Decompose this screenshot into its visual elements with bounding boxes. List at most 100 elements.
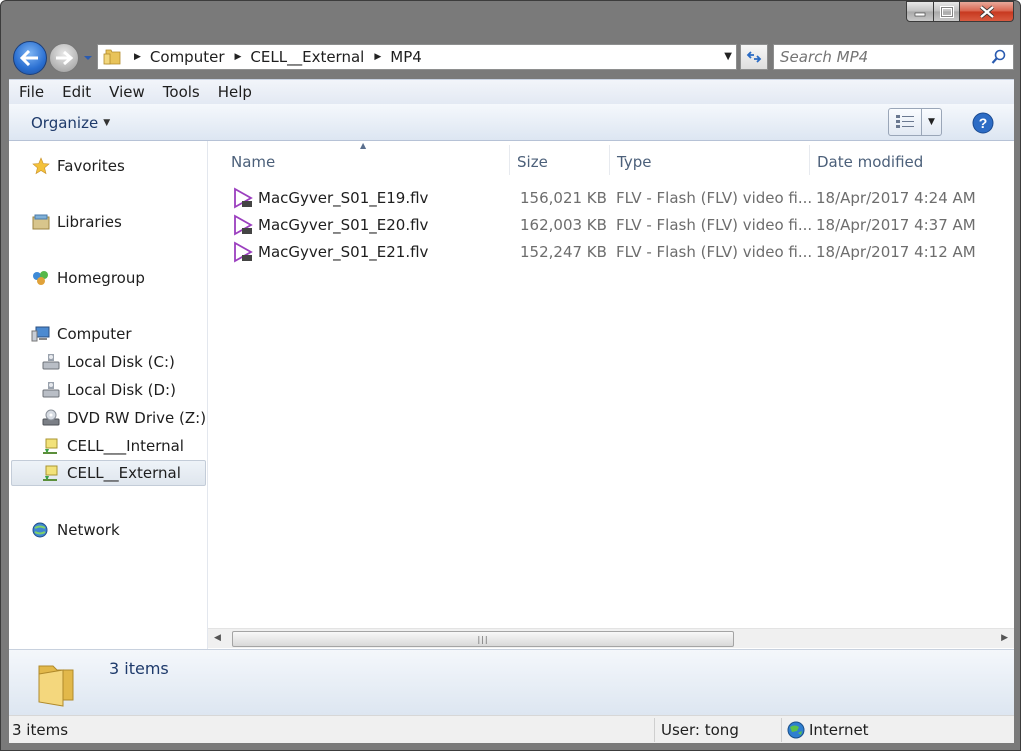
address-bar[interactable]: ▶ Computer ▶ CELL__External ▶ MP4 ▼ <box>97 44 737 70</box>
file-type: FLV - Flash (FLV) video fi... <box>616 189 813 207</box>
network-drive-icon <box>41 463 61 483</box>
nav-cell-external[interactable]: CELL__External <box>11 460 206 486</box>
menu-file[interactable]: File <box>9 83 52 101</box>
recent-pages-chevron-icon[interactable] <box>83 53 93 63</box>
column-header-name[interactable]: Name <box>231 149 509 175</box>
status-item-count: 3 items <box>12 721 69 739</box>
forward-button[interactable] <box>49 43 79 73</box>
nav-label: Favorites <box>57 157 125 175</box>
status-zone-label: Internet <box>809 721 869 739</box>
nav-label: CELL__External <box>67 464 181 482</box>
breadcrumb-separator-icon[interactable]: ▶ <box>134 52 141 62</box>
breadcrumb-cell-external[interactable]: CELL__External <box>250 48 364 66</box>
homegroup-icon <box>31 268 51 288</box>
search-input[interactable] <box>780 48 986 66</box>
maximize-button[interactable] <box>934 1 960 22</box>
menu-bar: File Edit View Tools Help <box>9 79 1014 104</box>
caption-buttons <box>906 1 1014 25</box>
file-name: MacGyver_S01_E19.flv <box>258 189 429 207</box>
close-icon <box>979 4 994 19</box>
file-type: FLV - Flash (FLV) video fi... <box>616 243 813 261</box>
back-button[interactable] <box>13 41 47 75</box>
status-user: User: tong <box>661 721 739 739</box>
nav-dvd-drive[interactable]: DVD RW Drive (Z:) <box>41 405 206 431</box>
breadcrumb-computer[interactable]: Computer <box>150 48 225 66</box>
hard-disk-icon <box>41 352 61 372</box>
status-zone: Internet <box>787 716 869 744</box>
nav-local-disk-d[interactable]: Local Disk (D:) <box>41 377 176 403</box>
breadcrumb-separator-icon[interactable]: ▶ <box>235 52 242 62</box>
column-divider[interactable] <box>809 145 810 175</box>
minimize-icon <box>914 12 926 16</box>
change-view-button[interactable] <box>888 108 922 136</box>
nav-label: Libraries <box>57 213 122 231</box>
file-row[interactable]: MacGyver_S01_E20.flv 162,003 KB FLV - Fl… <box>224 212 984 238</box>
details-pane: 3 items <box>9 649 1014 715</box>
menu-tools[interactable]: Tools <box>153 83 208 101</box>
scroll-right-icon[interactable]: ▶ <box>1001 633 1008 643</box>
column-header-type[interactable]: Type <box>617 149 809 175</box>
scroll-left-icon[interactable]: ◀ <box>214 633 221 643</box>
maximize-icon <box>939 5 954 18</box>
horizontal-scrollbar[interactable]: ◀ ||| ▶ <box>208 628 1014 648</box>
nav-label: Homegroup <box>57 269 145 287</box>
close-button[interactable] <box>960 1 1014 22</box>
minimize-button[interactable] <box>906 1 934 22</box>
nav-local-disk-c[interactable]: Local Disk (C:) <box>41 349 175 375</box>
breadcrumb-separator-icon[interactable]: ▶ <box>374 52 381 62</box>
file-size: 162,003 KB <box>520 216 607 234</box>
status-bar: 3 items User: tong Internet <box>9 715 1014 743</box>
breadcrumb-mp4[interactable]: MP4 <box>390 48 422 66</box>
search-box[interactable] <box>773 44 1014 70</box>
status-divider <box>654 718 655 742</box>
nav-libraries[interactable]: Libraries <box>31 209 122 235</box>
scrollbar-thumb[interactable]: ||| <box>232 631 734 647</box>
view-options-dropdown-icon[interactable]: ▼ <box>922 108 942 136</box>
nav-cell-internal[interactable]: CELL___Internal <box>41 433 184 459</box>
file-name: MacGyver_S01_E21.flv <box>258 243 429 261</box>
explorer-window: ▶ Computer ▶ CELL__External ▶ MP4 ▼ File… <box>0 0 1021 751</box>
menu-help[interactable]: Help <box>208 83 260 101</box>
nav-label: CELL___Internal <box>67 437 184 455</box>
nav-network[interactable]: Network <box>31 517 120 543</box>
navigation-row: ▶ Computer ▶ CELL__External ▶ MP4 ▼ <box>9 39 1014 77</box>
search-icon[interactable] <box>991 49 1007 65</box>
libraries-icon <box>31 212 51 232</box>
help-icon[interactable]: ? <box>972 112 994 134</box>
column-divider[interactable] <box>609 145 610 175</box>
column-header-size[interactable]: Size <box>517 149 609 175</box>
nav-computer[interactable]: Computer <box>31 321 132 347</box>
file-name: MacGyver_S01_E20.flv <box>258 216 429 234</box>
flv-video-file-icon <box>234 214 253 236</box>
svg-text:?: ? <box>979 115 988 131</box>
back-arrow-icon <box>20 50 38 66</box>
file-size: 156,021 KB <box>520 189 607 207</box>
column-divider[interactable] <box>509 145 510 175</box>
details-item-count: 3 items <box>109 659 169 678</box>
menu-view[interactable]: View <box>99 83 153 101</box>
file-list: ▲ Name Size Type Date modified MacGyver_… <box>208 141 1014 649</box>
column-header-date-modified[interactable]: Date modified <box>817 149 1007 175</box>
network-drive-icon <box>41 436 61 456</box>
file-row[interactable]: MacGyver_S01_E21.flv 152,247 KB FLV - Fl… <box>224 239 984 265</box>
file-size: 152,247 KB <box>520 243 607 261</box>
title-bar[interactable] <box>1 1 1020 39</box>
address-dropdown-icon[interactable]: ▼ <box>724 51 732 62</box>
folder-icon <box>103 49 121 65</box>
organize-button[interactable]: Organize ▼ <box>31 114 110 132</box>
nav-homegroup[interactable]: Homegroup <box>31 265 145 291</box>
flv-video-file-icon <box>234 187 253 209</box>
file-type: FLV - Flash (FLV) video fi... <box>616 216 813 234</box>
nav-label: Local Disk (C:) <box>67 353 175 371</box>
file-date-modified: 18/Apr/2017 4:24 AM <box>816 189 976 207</box>
computer-icon <box>31 324 51 344</box>
dvd-drive-icon <box>41 408 61 428</box>
flv-video-file-icon <box>234 241 253 263</box>
menu-edit[interactable]: Edit <box>52 83 99 101</box>
nav-label: Network <box>57 521 120 539</box>
refresh-button[interactable] <box>740 44 768 70</box>
file-row[interactable]: MacGyver_S01_E19.flv 156,021 KB FLV - Fl… <box>224 185 984 211</box>
navigation-pane: Favorites Libraries Homegroup Computer L… <box>9 141 208 649</box>
nav-favorites[interactable]: Favorites <box>31 153 125 179</box>
organize-label: Organize <box>31 114 99 132</box>
